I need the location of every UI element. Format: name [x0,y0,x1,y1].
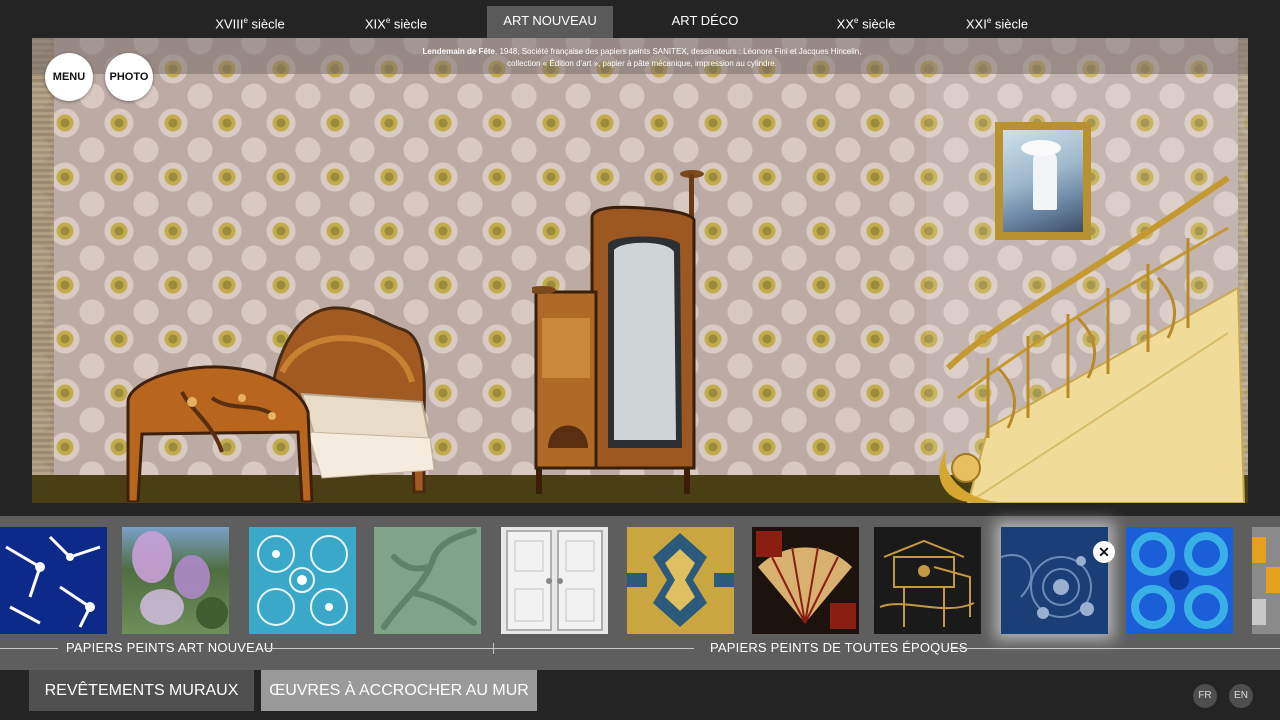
section-divider [950,648,1280,649]
thumbnail-blue-floral-pattern[interactable] [1000,527,1108,634]
nav-label-rest: siècle [247,16,285,32]
wallpaper-caption: Lendemain de Fête, 1948, Société françai… [262,46,1022,70]
remove-selected-button[interactable]: ✕ [1093,541,1115,563]
thumbnail-skeleton-pattern[interactable] [0,527,107,634]
thumbnail-art-deco-ornament[interactable] [627,527,734,634]
lace-pattern-icon [257,535,348,626]
photo-button[interactable]: PHOTO [105,53,153,101]
panel-door-icon [506,530,603,631]
section-label-art-nouveau: PAPIERS PEINTS ART NOUVEAU [66,640,274,655]
wallpaper-strip: ✕ PAPIERS PEINTS ART NOUVEAU PAPIERS PEI… [0,516,1280,670]
menu-button[interactable]: MENU [45,53,93,101]
circles-pattern-icon [1131,532,1228,629]
room-scene: Lendemain de Fête, 1948, Société françai… [32,38,1248,503]
thumbnail-green-branch-pattern[interactable] [374,527,481,634]
caption-line2: collection « Édition d'art », papier à p… [507,59,777,68]
nav-label-rest: siècle [991,16,1029,32]
nav-item-18th-century[interactable]: XVIIIe siècle [205,6,295,38]
art-nouveau-vanity [532,170,704,494]
geometric-pattern-icon [1252,537,1280,625]
wisteria-icon [132,531,228,629]
bottom-bar: REVÊTEMENTS MURAUX ŒUVRES À ACCROCHER AU… [0,670,1280,720]
nav-item-19th-century[interactable]: XIXe siècle [352,6,440,38]
tab-wall-artworks[interactable]: ŒUVRES À ACCROCHER AU MUR [261,670,537,711]
nav-label: ART NOUVEAU [503,13,597,28]
thumbnail-blue-circles-pattern[interactable] [1126,527,1233,634]
ornament-icon [627,533,734,627]
language-fr-button[interactable]: FR [1193,684,1217,708]
art-nouveau-staircase [939,175,1246,503]
nav-item-20th-century[interactable]: XXe siècle [822,6,910,38]
thumbnail-lace-pattern[interactable] [249,527,356,634]
nav-item-21st-century[interactable]: XXIe siècle [952,6,1042,38]
art-nouveau-bed [126,306,435,502]
thumbnail-white-panel-door[interactable] [501,527,608,634]
chinoiserie-icon [879,539,975,627]
nav-label-rest: siècle [390,16,428,32]
tab-wall-coverings[interactable]: REVÊTEMENTS MURAUX [29,670,254,711]
nav-label: XXI [965,16,987,32]
section-divider [264,648,694,649]
caption-title: Lendemain de Fête [422,47,496,56]
section-label-all-periods: PAPIERS PEINTS DE TOUTES ÉPOQUES [710,640,968,655]
nav-label: XIX [364,16,386,32]
nav-label: XVIII [215,16,244,32]
branch-pattern-icon [381,528,477,630]
nav-label: XX [836,16,855,32]
caption-bar: Lendemain de Fête, 1948, Société françai… [32,38,1248,74]
nav-item-art-deco[interactable]: ART DÉCO [660,6,750,38]
nav-label-rest: siècle [858,16,896,32]
thumbnail-chinoiserie-pattern[interactable] [874,527,981,634]
section-divider-tick [493,643,494,654]
wall-border-left [32,38,54,478]
painting-parasol [1021,140,1061,156]
nav-item-art-nouveau[interactable]: ART NOUVEAU [487,6,613,38]
thumbnail-geometric-pattern[interactable] [1252,527,1280,634]
language-en-button[interactable]: EN [1229,684,1253,708]
fan-pattern-icon [756,531,856,629]
thumbnail-wisteria-landscape[interactable] [122,527,229,634]
thumbnail-oriental-fan-pattern[interactable] [752,527,859,634]
period-nav: XVIIIe siècle XIXe siècle ART NOUVEAU AR… [0,0,1280,38]
nav-label: ART DÉCO [671,13,739,28]
caption-line1: , 1948, Société française des papiers pe… [495,47,862,56]
section-divider [0,648,58,649]
floral-pattern-icon [1000,554,1094,619]
skeleton-pattern-icon [5,535,101,628]
